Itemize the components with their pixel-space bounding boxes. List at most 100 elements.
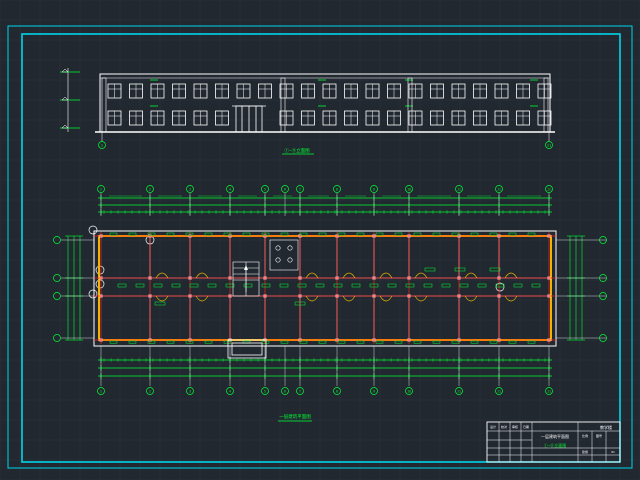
- door-swing: [414, 272, 428, 279]
- door-swing: [342, 272, 356, 279]
- plan-axis-markers: [244, 265, 248, 292]
- level-triangle: [61, 96, 69, 101]
- axis-label: 6: [284, 187, 286, 191]
- axis-label: 11: [497, 389, 501, 393]
- axis-label: 11: [547, 187, 551, 191]
- axis-label: 11: [457, 389, 461, 393]
- elevation-level-marks: [60, 68, 80, 132]
- level-triangle: [61, 124, 69, 129]
- title-block-cells: 设计 校对 审核 日期比例 图号建施 01: [490, 424, 615, 454]
- axis-label: 4: [229, 187, 231, 191]
- axis-label: 5: [264, 389, 266, 393]
- corridor-label: [387, 283, 397, 288]
- corridor-label: [117, 283, 127, 288]
- wall-label: [128, 340, 137, 344]
- corridor-label: [351, 283, 361, 288]
- wall-label: [280, 340, 289, 344]
- axis-label: 7: [299, 389, 301, 393]
- axis-label: 11: [547, 389, 551, 393]
- wall-label: [109, 340, 118, 344]
- corridor-label: [243, 283, 253, 288]
- plan-red-axis-lines: [94, 232, 556, 344]
- title-block-cell: 图号: [596, 433, 602, 438]
- door-swing: [504, 272, 518, 279]
- plan-top-dimensions: 1 2 3 4 5 6 7 8 9 10 11 11 11: [97, 185, 553, 216]
- axis-label: 11: [497, 187, 501, 191]
- door-swing: [155, 272, 169, 279]
- corridor-label: [153, 283, 163, 288]
- elevation-outline: [99, 73, 551, 133]
- axis-label: 8: [336, 187, 338, 191]
- cad-drawing-canvas: 1 11 ①—⑪立面图 1 2 3 4 5 6 7 8 9 10 11 11 11 1 2 3 4 5 6 7 8 9 10…: [0, 0, 640, 480]
- plan-entrance-porch: [227, 339, 267, 359]
- elevation-pilaster: [280, 77, 286, 133]
- title-block-cell: 建施: [582, 449, 588, 454]
- elevation-pilaster: [101, 77, 107, 133]
- corridor-label: [531, 283, 541, 288]
- wall-label: [527, 232, 536, 236]
- elevation-view: 1 11 ①—⑪立面图: [60, 68, 555, 155]
- elevation-title: ①—⑪立面图: [284, 147, 310, 154]
- axis-label: 6: [284, 389, 286, 393]
- axis-detail-circle: [88, 289, 98, 299]
- corridor-label: [513, 283, 523, 288]
- axis-label: 7: [299, 187, 301, 191]
- wall-label: [489, 232, 498, 236]
- axis-label: 11: [457, 187, 461, 191]
- wall-label: [166, 232, 175, 236]
- corridor-label: [423, 283, 433, 288]
- wall-label: [508, 340, 517, 344]
- stair-arrow-head: [244, 265, 248, 270]
- title-block-cell: 比例: [582, 433, 588, 438]
- wall-label: [356, 340, 365, 344]
- axis-bubble: [53, 292, 61, 300]
- wall-label: [242, 232, 251, 236]
- elevation-entrance-door: [232, 105, 266, 133]
- plan-building-outline: [93, 230, 557, 347]
- axis-bubble: [53, 334, 61, 342]
- axis-label: 10: [407, 389, 411, 393]
- wall-label: [204, 232, 213, 236]
- title-block-cell: 审核: [512, 424, 518, 429]
- elevation-windows: [101, 77, 552, 133]
- axis-label: 11: [547, 144, 551, 148]
- wall-label: [470, 340, 479, 344]
- corridor-label: [333, 283, 343, 288]
- axis-label: 8: [336, 389, 338, 393]
- title-block-cell: 日期: [523, 424, 529, 429]
- wall-label: [337, 232, 346, 236]
- corridor-label: [171, 283, 181, 288]
- door-swing: [379, 272, 393, 279]
- axis-label: 10: [407, 187, 411, 191]
- axis-label: 9: [373, 187, 375, 191]
- plan-room-details: [109, 232, 541, 344]
- axis-label: 2: [149, 187, 151, 191]
- corridor-label: [477, 283, 487, 288]
- title-block-project: 教学楼: [600, 424, 612, 430]
- corridor-label: [189, 283, 199, 288]
- title-block-cell: 01: [611, 450, 615, 454]
- door-swing: [464, 272, 478, 279]
- wall-label: [128, 232, 137, 236]
- plan-bottom-dimensions: 1 2 3 4 5 6 7 8 9 10 11 11 11: [97, 346, 553, 395]
- wall-label: [375, 232, 384, 236]
- corridor-label: [459, 283, 469, 288]
- axis-label: 4: [229, 389, 231, 393]
- background-grid: [0, 0, 640, 480]
- wall-label: [527, 340, 536, 344]
- corridor-label: [207, 283, 217, 288]
- room-label: [489, 267, 501, 272]
- wall-label: [394, 232, 403, 236]
- wall-label: [337, 340, 346, 344]
- wall-label: [508, 232, 517, 236]
- plan-exterior-wall: [98, 235, 552, 341]
- axis-bubble: [53, 274, 61, 282]
- wall-label: [356, 232, 365, 236]
- room-label: [424, 267, 436, 272]
- corridor-label: [405, 283, 415, 288]
- corridor-label: [297, 283, 307, 288]
- door-swing: [305, 272, 319, 279]
- wall-label: [375, 340, 384, 344]
- axis-label: 1: [101, 144, 103, 148]
- wall-label: [432, 340, 441, 344]
